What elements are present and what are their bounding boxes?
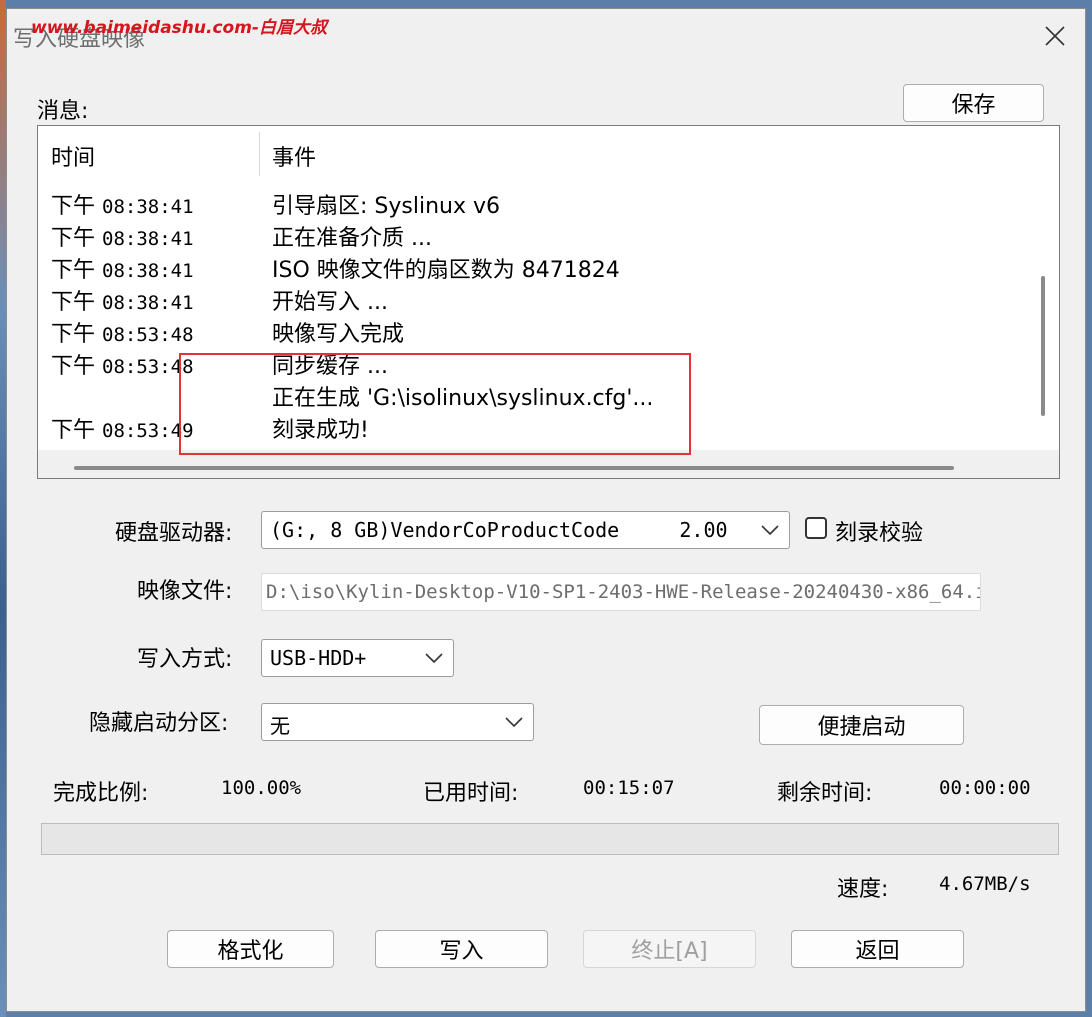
row-ampm: 下午	[51, 194, 96, 219]
row-ampm: 下午	[51, 290, 96, 315]
row-time: 08:38:41	[102, 196, 194, 218]
chevron-down-icon	[761, 525, 779, 536]
list-header: 时间 事件	[38, 126, 1059, 180]
column-divider[interactable]	[259, 132, 260, 176]
row-event: 映像写入完成	[272, 322, 405, 347]
row-ampm: 下午	[51, 258, 96, 283]
row-event: 刻录成功!	[272, 418, 369, 443]
list-item[interactable]: 下午 08:53:49 刻录成功!	[38, 412, 1018, 444]
hidden-partition-label: 隐藏启动分区:	[89, 711, 229, 736]
list-item[interactable]: 下午 08:38:41 ISO 映像文件的扇区数为 8471824	[38, 252, 1018, 284]
row-event: ISO 映像文件的扇区数为 8471824	[272, 258, 620, 283]
row-ampm: 下午	[51, 226, 96, 251]
message-log-list[interactable]: 时间 事件 下午 08:38:41 引导扇区: Syslinux v6 下午 0…	[37, 125, 1060, 479]
write-mode-value: USB-HDD+	[270, 646, 367, 670]
row-time: 08:53:48	[102, 356, 194, 378]
progress-label: 完成比例:	[53, 781, 149, 806]
write-mode-select[interactable]: USB-HDD+	[261, 639, 454, 677]
list-item[interactable]: 下午 08:53:48 映像写入完成	[38, 316, 1018, 348]
chevron-down-icon	[505, 717, 523, 728]
row-event: 引导扇区: Syslinux v6	[272, 194, 500, 219]
elapsed-label: 已用时间:	[423, 781, 519, 806]
progress-bar-fill	[42, 824, 1058, 854]
image-file-value: D:\iso\Kylin-Desktop-V10-SP1-2403-HWE-Re…	[266, 581, 981, 603]
write-button[interactable]: 写入	[375, 930, 548, 968]
image-file-field[interactable]: D:\iso\Kylin-Desktop-V10-SP1-2403-HWE-Re…	[261, 573, 981, 611]
remaining-label: 剩余时间:	[777, 781, 873, 806]
speed-label: 速度:	[837, 877, 889, 902]
list-item[interactable]: 下午 08:38:41 开始写入 ...	[38, 284, 1018, 316]
row-event: 正在生成 'G:\isolinux\syslinux.cfg'...	[272, 386, 654, 411]
elapsed-value: 00:15:07	[583, 777, 675, 799]
list-item[interactable]: 下午 08:38:41 引导扇区: Syslinux v6	[38, 188, 1018, 220]
progress-bar	[41, 823, 1059, 855]
vertical-scroll-thumb[interactable]	[1041, 276, 1045, 416]
drive-label: 硬盘驱动器:	[115, 521, 233, 546]
hidden-partition-value: 无	[270, 714, 290, 738]
list-item[interactable]: 下午 08:38:41 正在准备介质 ...	[38, 220, 1018, 252]
hidden-partition-select[interactable]: 无	[261, 703, 534, 741]
format-button[interactable]: 格式化	[167, 930, 334, 968]
verify-label: 刻录校验	[835, 521, 924, 546]
row-ampm: 下午	[51, 322, 96, 347]
back-button[interactable]: 返回	[791, 930, 964, 968]
column-header-event[interactable]: 事件	[272, 140, 316, 172]
list-item[interactable]: 下午 08:53:48 同步缓存 ...	[38, 348, 1018, 380]
watermark-text: www.baimeidashu.com-白眉大叔	[31, 18, 327, 38]
row-ampm: 下午	[51, 418, 96, 443]
row-time: 08:38:41	[102, 228, 194, 250]
speed-value: 4.67MB/s	[939, 873, 1031, 895]
vertical-scrollbar[interactable]	[1026, 126, 1059, 450]
row-time: 08:38:41	[102, 292, 194, 314]
abort-button[interactable]: 终止[A]	[583, 930, 756, 968]
row-time: 08:53:48	[102, 324, 194, 346]
row-event: 正在准备介质 ...	[272, 226, 432, 251]
image-file-label: 映像文件:	[137, 579, 233, 604]
write-disk-image-dialog: 写入硬盘映像 www.baimeidashu.com-白眉大叔 消息: 保存 时…	[6, 8, 1086, 1012]
list-item[interactable]: 正在生成 'G:\isolinux\syslinux.cfg'...	[38, 380, 1018, 412]
row-time: 08:38:41	[102, 260, 194, 282]
row-time: 08:53:49	[102, 420, 194, 442]
title-bar: 写入硬盘映像 www.baimeidashu.com-白眉大叔	[7, 9, 1085, 63]
remaining-value: 00:00:00	[939, 777, 1031, 799]
progress-value: 100.00%	[221, 777, 302, 799]
write-mode-label: 写入方式:	[137, 647, 233, 672]
chevron-down-icon	[425, 653, 443, 664]
verify-checkbox[interactable]	[805, 517, 827, 539]
save-button[interactable]: 保存	[903, 84, 1044, 122]
close-icon	[1045, 26, 1065, 46]
row-event: 同步缓存 ...	[272, 354, 388, 379]
horizontal-scrollbar[interactable]	[38, 450, 1059, 478]
close-button[interactable]	[1035, 17, 1075, 55]
drive-select[interactable]: (G:, 8 GB)VendorCoProductCode 2.00	[261, 511, 790, 549]
row-event: 开始写入 ...	[272, 290, 388, 315]
row-ampm: 下午	[51, 354, 96, 379]
quick-boot-button[interactable]: 便捷启动	[759, 705, 964, 745]
column-header-time[interactable]: 时间	[51, 140, 95, 172]
drive-select-value: (G:, 8 GB)VendorCoProductCode 2.00	[270, 518, 728, 542]
horizontal-scroll-thumb[interactable]	[74, 466, 954, 470]
messages-label: 消息:	[37, 99, 89, 124]
